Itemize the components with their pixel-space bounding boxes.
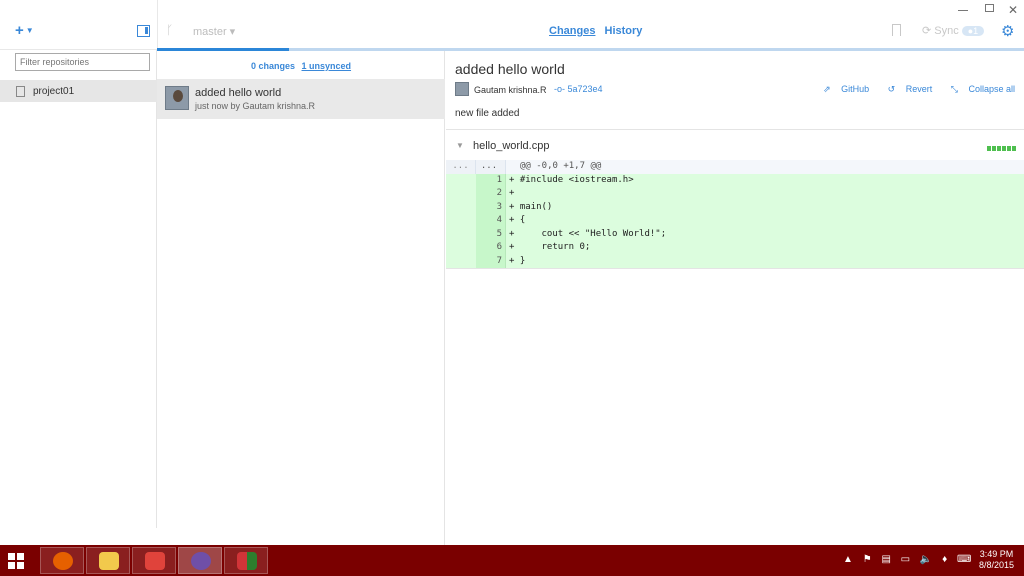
collapse-icon: ⤡: [950, 84, 958, 94]
repo-icon: [16, 86, 25, 97]
flag-icon[interactable]: ⚑: [863, 554, 872, 565]
diff-line: 3 + main(): [446, 200, 1024, 214]
changes-count-link[interactable]: 0 changes: [251, 61, 295, 71]
maximize-icon[interactable]: [985, 4, 994, 12]
divider: [446, 268, 1024, 269]
commit-icon: -o-: [554, 84, 565, 94]
line-number: 4: [476, 214, 506, 228]
close-icon[interactable]: ✕: [1008, 3, 1018, 17]
line-number: 5: [476, 227, 506, 241]
diff-line: 4 + {: [446, 214, 1024, 228]
security-icon[interactable]: ♦: [942, 554, 947, 565]
minimize-icon[interactable]: [958, 10, 968, 11]
diff-line: 7 + }: [446, 254, 1024, 268]
filter-repositories-input[interactable]: [15, 53, 150, 71]
network-icon[interactable]: ▤: [881, 554, 890, 565]
list-item[interactable]: added hello world just now by Gautam kri…: [157, 79, 445, 119]
diffstat-bar: [986, 142, 1016, 154]
office-icon: [237, 552, 257, 570]
branch-selector[interactable]: master ▾: [193, 25, 235, 38]
keyboard-icon[interactable]: ⌨: [957, 554, 971, 565]
people-icon: [145, 552, 165, 570]
gear-icon[interactable]: ⚙: [1001, 22, 1014, 40]
line-number: 6: [476, 241, 506, 255]
diff-line: 1 + #include <iostream.h>: [446, 173, 1024, 187]
diff-code: + cout << "Hello World!";: [509, 228, 667, 239]
diff-line: 2 +: [446, 187, 1024, 201]
commit-title: added hello world: [195, 87, 282, 99]
revert-button[interactable]: ↺ Revert: [880, 84, 933, 94]
repo-name: project01: [33, 86, 75, 97]
folder-icon: [99, 552, 119, 570]
volume-icon[interactable]: 🔈: [920, 554, 932, 565]
system-tray: ▲ ⚑ ▤ ▭ 🔈 ♦ ⌨: [843, 554, 978, 565]
taskbar: ▲ ⚑ ▤ ▭ 🔈 ♦ ⌨ 3:49 PM 8/8/2015: [0, 545, 1024, 576]
github-icon: [191, 552, 211, 570]
chevron-up-icon[interactable]: ▲: [843, 554, 853, 565]
divider: [157, 0, 158, 50]
office-taskbar-button[interactable]: [224, 547, 268, 574]
diff-line: 6 + return 0;: [446, 241, 1024, 255]
clock-time: 3:49 PM: [979, 549, 1014, 559]
firefox-icon: [53, 552, 73, 570]
avatar: [165, 86, 189, 110]
diff-code: +: [509, 188, 515, 198]
tab-changes[interactable]: Changes: [549, 25, 595, 37]
github-button[interactable]: ⇗ GitHub: [815, 84, 869, 94]
line-number: 1: [476, 173, 506, 187]
hunk-header: @@ -0,0 +1,7 @@: [520, 161, 602, 171]
chevron-down-icon: ▼: [25, 26, 34, 36]
line-number: 3: [476, 200, 506, 214]
diff-code: + {: [509, 215, 526, 225]
diff-code: + main(): [509, 201, 553, 212]
hunk-header-row: ... ... @@ -0,0 +1,7 @@: [446, 160, 1024, 174]
old-line-number[interactable]: ...: [446, 160, 476, 174]
diff-code: + }: [509, 255, 526, 266]
diff-view: ... ... @@ -0,0 +1,7 @@ 1 + #include <ios…: [446, 160, 1024, 269]
file-explorer-taskbar-button[interactable]: [86, 547, 130, 574]
clock[interactable]: 3:49 PM 8/8/2015: [979, 549, 1014, 571]
sidebar-item-project01[interactable]: project01: [0, 80, 157, 102]
sync-counts: 0 changes 1 unsynced: [157, 61, 445, 71]
commit-description: new file added: [455, 108, 520, 119]
line-number: 2: [476, 187, 506, 201]
branch-icon: ᚴ: [166, 23, 174, 37]
chevron-down-icon[interactable]: ▼: [456, 141, 464, 150]
sidebar-toggle-icon[interactable]: [137, 25, 150, 37]
pull-request-icon[interactable]: [892, 24, 901, 36]
diff-code: + return 0;: [509, 242, 591, 252]
unsynced-count-link[interactable]: 1 unsynced: [302, 61, 352, 71]
new-line-number[interactable]: ...: [476, 160, 506, 174]
diff-line: 5 + cout << "Hello World!";: [446, 227, 1024, 241]
commit-detail-pane: added hello world Gautam krishna.R -o- 5…: [446, 51, 1024, 545]
file-header[interactable]: ▼ hello_world.cpp: [446, 130, 1024, 160]
windows-start-icon[interactable]: [8, 553, 24, 569]
commit-actions: ⇗ GitHub ↺ Revert ⤡ Collapse all: [807, 84, 1015, 95]
firefox-taskbar-button[interactable]: [40, 547, 84, 574]
repository-sidebar: project01: [0, 50, 157, 528]
view-tabs: Changes History: [549, 25, 648, 37]
commit-list-pane: 0 changes 1 unsynced added hello world j…: [157, 51, 445, 545]
display-icon[interactable]: ▭: [901, 554, 910, 565]
external-link-icon: ⇗: [823, 84, 831, 94]
github-desktop-window: + ▼ ᚴ master ▾ Changes History ✕ ⟳ Sync ●1…: [0, 0, 1024, 545]
github-taskbar-button[interactable]: [178, 547, 222, 574]
line-number: 7: [476, 254, 506, 268]
add-repository-button[interactable]: + ▼: [15, 22, 34, 40]
diff-code: + #include <iostream.h>: [509, 174, 634, 185]
sync-badge: ●1: [961, 26, 985, 36]
avatar: [455, 82, 469, 96]
clock-date: 8/8/2015: [978, 560, 1014, 570]
tab-history[interactable]: History: [605, 25, 643, 37]
toolbar: + ▼ ᚴ master ▾ Changes History ✕ ⟳ Sync ●1…: [0, 0, 1024, 51]
author-name: Gautam krishna.R: [474, 85, 547, 95]
page-title: added hello world: [455, 61, 565, 77]
revert-icon: ↺: [887, 84, 896, 94]
collapse-all-button[interactable]: ⤡ Collapse all: [943, 84, 1015, 94]
sync-button[interactable]: ⟳ Sync ●1: [922, 24, 985, 37]
people-taskbar-button[interactable]: [132, 547, 176, 574]
commit-meta: just now by Gautam krishna.R: [195, 101, 316, 111]
commit-sha-link[interactable]: -o- 5a723e4: [554, 84, 603, 94]
file-name: hello_world.cpp: [473, 140, 550, 152]
